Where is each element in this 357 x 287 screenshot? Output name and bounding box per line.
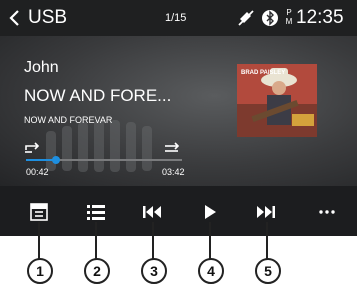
shuffle-icon bbox=[165, 142, 180, 152]
clock: 12:35 bbox=[296, 7, 344, 28]
back-arrow-icon bbox=[9, 10, 19, 26]
next-icon bbox=[257, 206, 275, 218]
callout-leader-5 bbox=[266, 222, 268, 259]
play-icon bbox=[205, 205, 216, 219]
progress-handle[interactable] bbox=[51, 156, 60, 164]
eq-icon bbox=[30, 203, 48, 221]
callout-2: 2 bbox=[84, 258, 110, 284]
callout-5: 5 bbox=[255, 258, 281, 284]
shuffle-button[interactable] bbox=[164, 141, 180, 159]
more-button[interactable] bbox=[314, 199, 340, 225]
callout-4: 4 bbox=[198, 258, 224, 284]
callout-leader-1 bbox=[38, 222, 40, 259]
cover-artist-text: BRAD PAISLEY bbox=[241, 70, 285, 76]
callout-leader-4 bbox=[209, 222, 211, 259]
callout-3: 3 bbox=[141, 258, 167, 284]
album-name: NOW AND FOREVAR bbox=[24, 115, 113, 125]
back-button[interactable] bbox=[8, 8, 20, 28]
callout-leader-3 bbox=[152, 222, 154, 259]
total-time: 03:42 bbox=[162, 167, 185, 177]
bluetooth-icon bbox=[262, 9, 278, 32]
callout-leader-2 bbox=[95, 222, 97, 259]
song-title: NOW AND FORE... bbox=[24, 86, 172, 105]
am-pm-indicator: P M bbox=[285, 8, 293, 26]
media-player-screen: USB 1/15 P M 12:35 John NOW AND FORE... … bbox=[0, 0, 357, 236]
previous-icon bbox=[143, 206, 161, 218]
artist-name: John bbox=[24, 59, 59, 76]
more-icon bbox=[319, 210, 335, 214]
elapsed-time: 00:42 bbox=[26, 167, 49, 177]
repeat-icon bbox=[25, 142, 40, 153]
mute-icon bbox=[238, 10, 254, 31]
callout-1: 1 bbox=[27, 258, 53, 284]
source-label: USB bbox=[28, 7, 68, 28]
control-bar bbox=[0, 186, 357, 236]
track-index: 1/15 bbox=[165, 12, 187, 24]
status-bar: USB 1/15 P M 12:35 bbox=[0, 0, 357, 36]
repeat-button[interactable] bbox=[24, 141, 40, 159]
playlist-icon bbox=[87, 205, 105, 220]
album-cover-art: BRAD PAISLEY bbox=[237, 64, 317, 137]
album-cover: BRAD PAISLEY bbox=[237, 64, 317, 137]
progress-bar[interactable] bbox=[26, 156, 182, 164]
